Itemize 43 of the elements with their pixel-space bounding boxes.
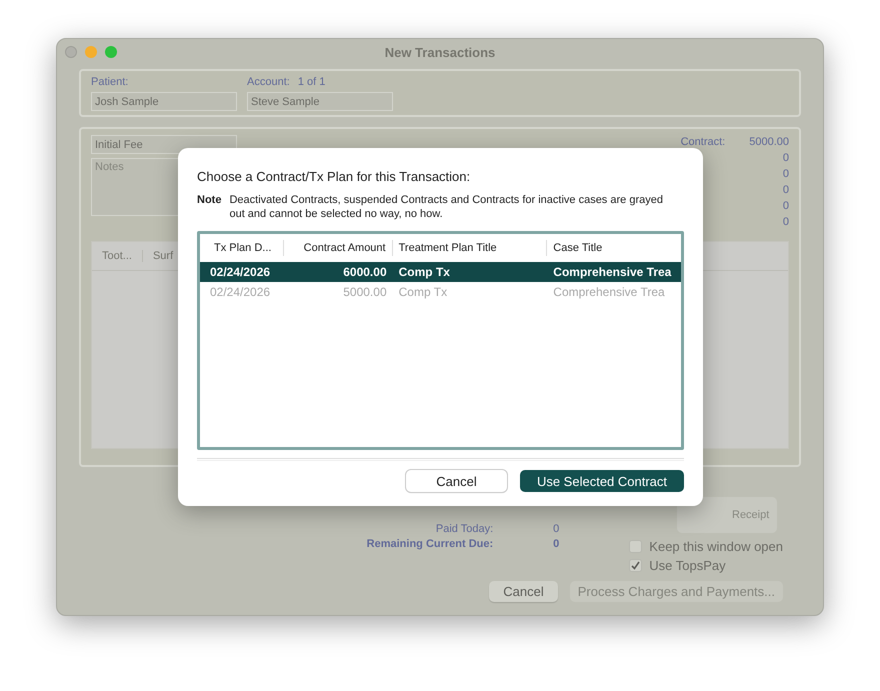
- table-cell-text: Comprehensive Trea: [552, 265, 672, 279]
- checkbox-label: Use TopsPay: [649, 558, 726, 573]
- table-cell-text: Comprehensive Trea: [552, 285, 666, 299]
- minimize-button[interactable]: [85, 46, 97, 58]
- cancel-button[interactable]: Cancel: [489, 581, 558, 602]
- window-title: New Transactions: [384, 44, 496, 60]
- account-label: Account:: [247, 75, 290, 89]
- checkbox[interactable]: [629, 540, 642, 553]
- total-label: Paid Today:: [436, 523, 494, 535]
- table-cell-text: 6000.00: [342, 265, 388, 279]
- amount-value: 5000.00: [749, 135, 789, 149]
- amount-value: 0: [782, 199, 789, 213]
- column-header[interactable]: Surf: [142, 250, 181, 262]
- checkbox-label: Keep this window open: [649, 539, 783, 554]
- patient-field[interactable]: Josh Sample: [91, 92, 237, 111]
- close-button[interactable]: [65, 46, 77, 58]
- total-label: Remaining Current Due:: [366, 538, 494, 550]
- table-cell-text: 5000.00: [342, 285, 388, 299]
- column-header[interactable]: Tx Plan D...: [200, 240, 284, 256]
- table-cell-text: Comp Tx: [398, 285, 448, 299]
- use-contract-button[interactable]: Use Selected Contract: [520, 470, 684, 492]
- column-header[interactable]: Toot...: [92, 250, 143, 262]
- zoom-button[interactable]: [105, 46, 117, 58]
- table-row[interactable]: 02/24/2026 6000.00 Comp Tx Comprehensive Trea: [200, 262, 681, 282]
- table-cell-text: 02/24/2026: [209, 265, 272, 279]
- cancel-button[interactable]: Cancel: [406, 470, 507, 492]
- column-header[interactable]: Treatment Plan Title: [392, 240, 548, 256]
- total-value: 0: [553, 523, 560, 535]
- account-count: 1 of 1: [298, 75, 326, 89]
- account-field[interactable]: Steve Sample: [247, 92, 393, 111]
- column-header[interactable]: Contract Amount: [284, 240, 393, 256]
- note-label: Note: [197, 193, 222, 208]
- amount-value: 0: [782, 183, 789, 197]
- patient-label: Patient:: [91, 75, 130, 89]
- table-cell-text: 02/24/2026: [209, 285, 272, 299]
- total-value: 0: [553, 538, 560, 550]
- checkbox[interactable]: [629, 559, 642, 572]
- table-cell-text: Comp Tx: [398, 265, 451, 279]
- amount-value: 0: [782, 215, 789, 229]
- amount-value: 0: [782, 167, 789, 181]
- column-header[interactable]: Case Title: [547, 240, 681, 256]
- amount-value: 0: [782, 151, 789, 165]
- contract-label: Contract:: [680, 135, 726, 149]
